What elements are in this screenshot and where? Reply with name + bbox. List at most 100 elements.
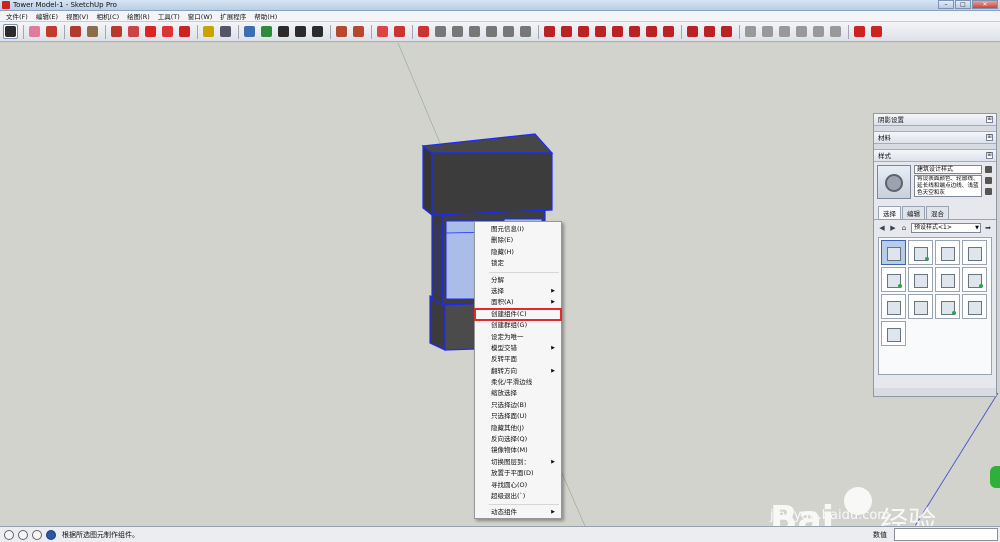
style-thumbnail[interactable] [962,267,987,292]
left-view-button[interactable] [484,24,499,39]
home-icon[interactable]: ⌂ [900,224,908,232]
flip-edge-button[interactable] [760,24,775,39]
style-thumbnail[interactable] [935,240,960,265]
menu-item-4[interactable]: 绘图(R) [123,11,154,21]
sandbox-button[interactable] [518,24,533,39]
pin-icon[interactable]: ⊞ [986,134,993,141]
style-thumbnail[interactable] [881,240,906,265]
weld-button[interactable] [661,24,676,39]
push-pull-button[interactable] [109,24,124,39]
style-library-select[interactable]: 预设样式<1> ▼ [911,223,981,233]
style-thumbnail[interactable] [962,294,987,319]
context-menu-item[interactable]: 只选择面(U) [475,411,561,422]
context-menu-item[interactable]: 翻转方向 ▶ [475,366,561,377]
minimize-button[interactable]: – [938,0,954,9]
style-description-field[interactable]: 将设表面颜色、轮廓线、延长线和端点边线、浅蓝色天空和灰 [914,175,982,197]
select-arrow-button[interactable] [3,24,18,39]
context-menu-item[interactable]: 切换图层到： ▶ [475,457,561,468]
style-thumbnail[interactable] [908,240,933,265]
credits-icon[interactable] [18,529,28,540]
side-feedback-tab[interactable] [990,466,1000,488]
drape-button[interactable] [719,24,734,39]
context-menu-item[interactable]: 柔化/平滑边线 [475,377,561,388]
context-menu-item[interactable]: 反转平面 [475,354,561,365]
right-view-button[interactable] [450,24,465,39]
forward-arrow-icon[interactable]: ▶ [889,224,897,232]
pencil-line-button[interactable] [44,24,59,39]
dynamic-component-button[interactable] [852,24,867,39]
menu-item-2[interactable]: 视图(V) [62,11,93,21]
context-menu-item[interactable]: 创建组件(C) [474,307,562,322]
paint-bucket-button[interactable] [242,24,257,39]
context-menu-item[interactable]: 图元信息(I) [475,224,561,235]
context-menu-item[interactable]: 镜像物体(M) [475,445,561,456]
style-thumbnail[interactable] [881,294,906,319]
styles-panel-header[interactable]: 样式 ⊞ [874,150,996,162]
front-view-button[interactable] [433,24,448,39]
rectangle-button[interactable] [85,24,100,39]
smoove-button[interactable] [685,24,700,39]
style-name-field[interactable]: 建筑设计样式 [914,165,982,174]
match-photo-button[interactable] [811,24,826,39]
menu-item-1[interactable]: 编辑(E) [32,11,62,21]
geo-location-icon[interactable] [4,529,14,540]
orbit-button[interactable] [259,24,274,39]
layout-button[interactable] [375,24,390,39]
add-detail-button[interactable] [743,24,758,39]
shadows-button[interactable] [777,24,792,39]
extension-warehouse-button[interactable] [351,24,366,39]
refresh-icon[interactable] [985,188,992,195]
details-arrow-icon[interactable]: ➡ [984,224,992,232]
create-style-icon[interactable] [985,166,992,173]
pin-icon[interactable]: ⊞ [986,152,993,159]
materials-panel-header[interactable]: 材料 ⊞ [874,132,996,144]
style-thumbnail[interactable] [908,294,933,319]
style-thumbnail[interactable] [881,267,906,292]
close-button[interactable]: ✕ [972,0,998,9]
help-icon[interactable] [46,529,56,540]
tab-select[interactable]: 选择 [878,206,901,219]
context-menu-item[interactable]: 反向选择(Q) [475,434,561,445]
subtract-button[interactable] [576,24,591,39]
tape-measure-button[interactable] [201,24,216,39]
arc-button[interactable] [68,24,83,39]
context-menu-item[interactable]: 锁定 [475,258,561,269]
follow-me-button[interactable] [126,24,141,39]
intersect-button[interactable] [542,24,557,39]
tab-mix[interactable]: 混合 [926,206,949,219]
eraser-button[interactable] [27,24,42,39]
context-menu-item[interactable]: 超级退出(`) [475,491,561,502]
warehouse-button[interactable] [334,24,349,39]
zoom-button[interactable] [293,24,308,39]
pan-button[interactable] [276,24,291,39]
zoom-extents-button[interactable] [310,24,325,39]
scale-button[interactable] [177,24,192,39]
context-menu-item[interactable]: 分解 [475,275,561,286]
context-menu-item[interactable]: 选择 ▶ [475,286,561,297]
menu-item-8[interactable]: 帮助(H) [250,11,281,21]
style-thumbnail[interactable] [962,240,987,265]
tab-edit[interactable]: 编辑 [902,206,925,219]
trim-button[interactable] [593,24,608,39]
update-style-icon[interactable] [985,177,992,184]
context-menu-item[interactable]: 面积(A) ▶ [475,297,561,308]
stamp-button[interactable] [702,24,717,39]
xray-button[interactable] [501,24,516,39]
iso-view-button[interactable] [392,24,407,39]
section-plane-button[interactable] [644,24,659,39]
context-menu-item[interactable]: 寻找圆心(O) [475,480,561,491]
context-menu-item[interactable]: 动态组件 ▶ [475,507,561,518]
menu-item-3[interactable]: 相机(C) [93,11,124,21]
menu-item-5[interactable]: 工具(T) [154,11,184,21]
back-view-button[interactable] [467,24,482,39]
context-menu-item[interactable]: 隐藏(H) [475,247,561,258]
menu-item-6[interactable]: 窗口(W) [184,11,217,21]
measurements-input[interactable] [894,528,998,541]
context-menu-item[interactable]: 删除(E) [475,235,561,246]
menu-item-0[interactable]: 文件(F) [2,11,32,21]
text-button[interactable] [218,24,233,39]
style-thumbnail[interactable] [908,267,933,292]
context-menu-item[interactable]: 模型交错 ▶ [475,343,561,354]
top-view-button[interactable] [416,24,431,39]
context-menu-item[interactable]: 创建群组(G) [475,320,561,331]
